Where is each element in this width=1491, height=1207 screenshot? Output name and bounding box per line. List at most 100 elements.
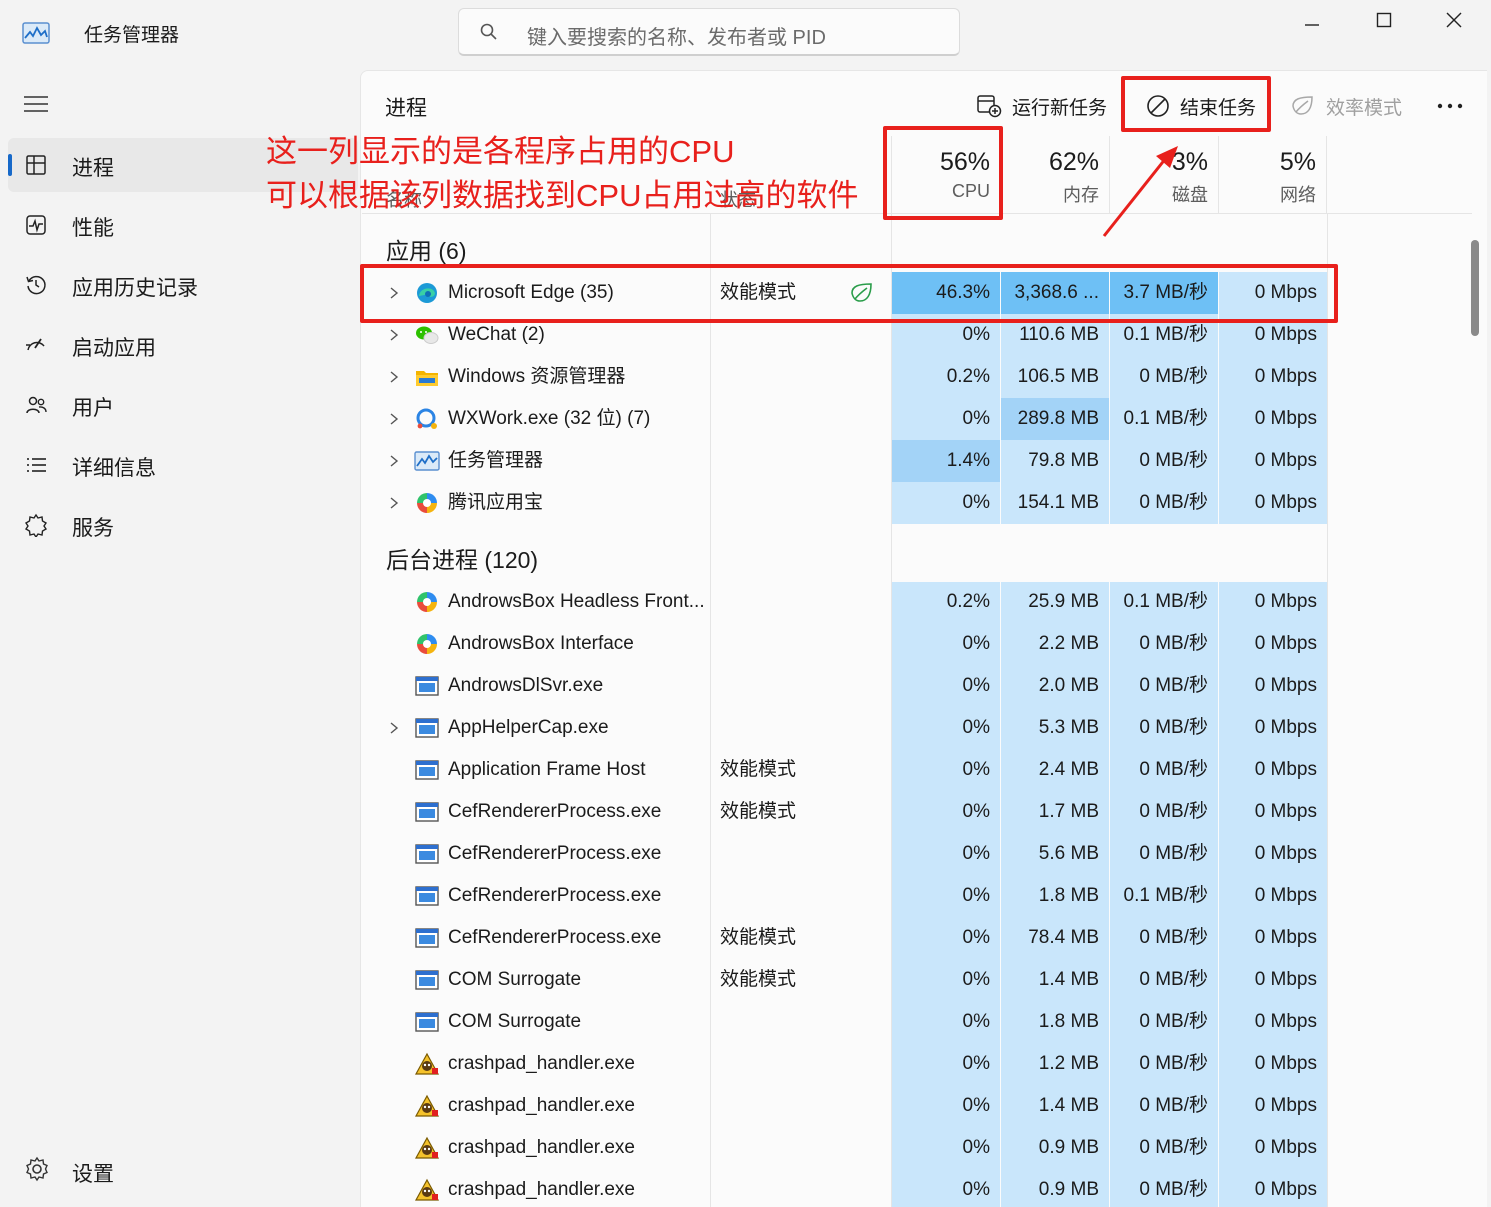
network-value: 0 Mbps — [1254, 633, 1317, 654]
chevron-right-icon[interactable] — [388, 495, 400, 511]
crashpad-icon — [414, 1052, 440, 1075]
process-name: CefRendererProcess.exe — [448, 885, 662, 906]
settings-gear-icon[interactable] — [24, 1156, 50, 1182]
network-value: 0 Mbps — [1254, 885, 1317, 906]
cpu-value: 0% — [962, 1137, 990, 1158]
cpu-value: 0% — [962, 1095, 990, 1116]
cpu-value: 0% — [962, 633, 990, 654]
background-process-row[interactable]: COM Surrogate 效能模式 0% 1.4 MB 0 MB/秒 0 Mbps — [362, 959, 1328, 1001]
network-value: 0 Mbps — [1254, 1095, 1317, 1116]
cpu-value: 0.2% — [946, 591, 990, 612]
cpu-value: 0% — [962, 492, 990, 513]
more-options-icon[interactable] — [1436, 96, 1464, 116]
app-process-row[interactable]: 腾讯应用宝 0% 154.1 MB 0 MB/秒 0 Mbps — [362, 482, 1328, 524]
process-name: crashpad_handler.exe — [448, 1053, 635, 1074]
startup-icon — [26, 338, 45, 351]
memory-value: 0.9 MB — [1038, 1179, 1099, 1200]
background-process-row[interactable]: CefRendererProcess.exe 0% 5.6 MB 0 MB/秒 0 Mb… — [362, 833, 1328, 875]
sidebar-item[interactable]: 启动应用 — [8, 318, 358, 372]
process-name: COM Surrogate — [448, 969, 582, 990]
process-name: AndrowsBox Interface — [448, 633, 634, 654]
window-icon — [415, 802, 439, 822]
network-value: 0 Mbps — [1254, 1011, 1317, 1032]
cpu-value: 0.2% — [946, 366, 990, 387]
search-box[interactable]: 键入要搜索的名称、发布者或 PID — [458, 8, 960, 56]
folder-icon — [416, 371, 438, 386]
background-process-row[interactable]: CefRendererProcess.exe 0% 1.8 MB 0.1 MB/秒 0 … — [362, 875, 1328, 917]
window-icon — [415, 886, 439, 906]
chevron-right-icon[interactable] — [388, 327, 400, 343]
background-process-row[interactable]: crashpad_handler.exe 0% 0.9 MB 0 MB/秒 0 Mbps — [362, 1169, 1328, 1207]
disk-value: 0.1 MB/秒 — [1123, 885, 1208, 906]
network-value: 0 Mbps — [1254, 366, 1317, 387]
efficiency-mode-button[interactable]: 效率模式 — [1290, 84, 1402, 128]
close-button[interactable] — [1422, 4, 1486, 36]
search-input[interactable]: 键入要搜索的名称、发布者或 PID — [527, 21, 826, 50]
sidebar-item[interactable]: 用户 — [8, 378, 358, 432]
network-value: 0 Mbps — [1254, 1137, 1317, 1158]
background-process-row[interactable]: AndrowsBox Interface 0% 2.2 MB 0 MB/秒 0 Mbps — [362, 623, 1328, 665]
disk-value: 0 MB/秒 — [1139, 633, 1208, 654]
process-name: WXWork.exe (32 位) (7) — [448, 408, 651, 429]
memory-value: 2.0 MB — [1038, 675, 1099, 696]
search-icon — [480, 23, 497, 40]
efficiency-mode-label: 效率模式 — [1326, 97, 1403, 119]
task-manager-logo-icon — [22, 22, 50, 44]
disk-value: 0 MB/秒 — [1139, 717, 1208, 738]
sidebar-item[interactable]: 服务 — [8, 498, 358, 552]
memory-value: 1.8 MB — [1038, 1011, 1099, 1032]
disk-value: 0 MB/秒 — [1139, 450, 1208, 471]
memory-value: 1.7 MB — [1038, 801, 1099, 822]
cpu-value: 0% — [962, 801, 990, 822]
network-value: 0 Mbps — [1254, 759, 1317, 780]
chevron-right-icon[interactable] — [388, 411, 400, 427]
disk-value: 0 MB/秒 — [1139, 801, 1208, 822]
settings-label[interactable]: 设置 — [72, 1158, 114, 1188]
sidebar-item[interactable]: 详细信息 — [8, 438, 358, 492]
app-process-row[interactable]: Windows 资源管理器 0.2% 106.5 MB 0 MB/秒 0 Mbps — [362, 356, 1328, 398]
maximize-button[interactable] — [1352, 4, 1416, 36]
memory-value: 1.4 MB — [1038, 1095, 1099, 1116]
chevron-right-icon[interactable] — [388, 453, 400, 469]
background-process-row[interactable]: crashpad_handler.exe 0% 1.2 MB 0 MB/秒 0 Mbps — [362, 1043, 1328, 1085]
minimize-icon — [1305, 24, 1319, 26]
tencent-icon — [417, 493, 437, 513]
scrollbar-thumb[interactable] — [1471, 240, 1479, 336]
window-icon — [415, 928, 439, 948]
process-name: Windows 资源管理器 — [448, 366, 626, 387]
processes-icon — [26, 155, 46, 175]
process-name: crashpad_handler.exe — [448, 1179, 635, 1200]
column-network-header[interactable]: 5% 网络 — [1218, 136, 1327, 214]
background-process-row[interactable]: COM Surrogate 0% 1.8 MB 0 MB/秒 0 Mbps — [362, 1001, 1328, 1043]
process-name: CefRendererProcess.exe — [448, 843, 662, 864]
sidebar-item[interactable]: 应用历史记录 — [8, 258, 358, 312]
cpu-value: 0% — [962, 759, 990, 780]
background-process-row[interactable]: crashpad_handler.exe 0% 0.9 MB 0 MB/秒 0 Mbps — [362, 1127, 1328, 1169]
hamburger-menu-icon[interactable] — [24, 94, 48, 114]
memory-value: 2.4 MB — [1038, 759, 1099, 780]
network-value: 0 Mbps — [1254, 408, 1317, 429]
efficiency-leaf-icon — [1292, 96, 1313, 115]
background-process-row[interactable]: crashpad_handler.exe 0% 1.4 MB 0 MB/秒 0 Mbps — [362, 1085, 1328, 1127]
annotation-edge-row-box — [360, 264, 1338, 323]
cpu-value: 0% — [962, 1179, 990, 1200]
background-section-title: 后台进程 (120) — [386, 547, 539, 573]
process-name: crashpad_handler.exe — [448, 1137, 635, 1158]
background-process-row[interactable]: Application Frame Host 效能模式 0% 2.4 MB 0 MB/秒… — [362, 749, 1328, 791]
window-icon — [415, 1012, 439, 1032]
chevron-right-icon[interactable] — [388, 720, 400, 736]
app-process-row[interactable]: 任务管理器 1.4% 79.8 MB 0 MB/秒 0 Mbps — [362, 440, 1328, 482]
background-process-row[interactable]: AppHelperCap.exe 0% 5.3 MB 0 MB/秒 0 Mbps — [362, 707, 1328, 749]
chevron-right-icon[interactable] — [388, 369, 400, 385]
app-process-row[interactable]: WXWork.exe (32 位) (7) 0% 289.8 MB 0.1 MB/秒 0… — [362, 398, 1328, 440]
cpu-value: 0% — [962, 969, 990, 990]
run-new-task-button[interactable]: 运行新任务 — [976, 84, 1107, 128]
minimize-button[interactable] — [1280, 4, 1344, 36]
background-process-row[interactable]: AndrowsBox Headless Front... 0.2% 25.9 MB 0… — [362, 581, 1328, 623]
background-process-row[interactable]: CefRendererProcess.exe 效能模式 0% 1.7 MB 0 MB/秒… — [362, 791, 1328, 833]
sidebar-item-label: 服务 — [72, 517, 114, 540]
background-process-row[interactable]: CefRendererProcess.exe 效能模式 0% 78.4 MB 0 MB/… — [362, 917, 1328, 959]
network-header-label: 网络 — [1280, 185, 1316, 205]
wechat-icon — [416, 326, 439, 344]
background-process-row[interactable]: AndrowsDlSvr.exe 0% 2.0 MB 0 MB/秒 0 Mbps — [362, 665, 1328, 707]
